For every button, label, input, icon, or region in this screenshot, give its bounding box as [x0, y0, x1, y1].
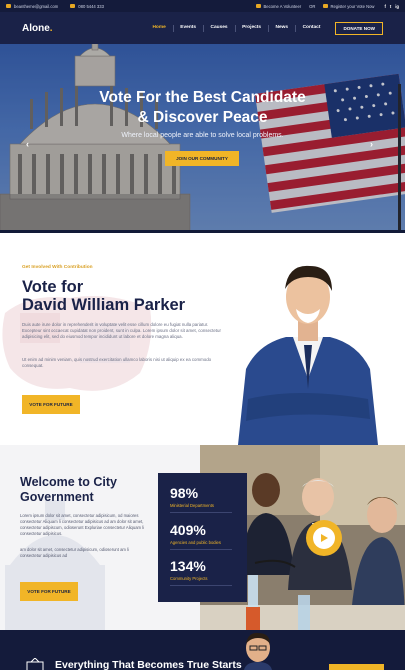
- nav-menu: Home Events Causes Projects News Contact: [145, 24, 327, 32]
- become-volunteer-link[interactable]: Become A Volunteer: [263, 4, 301, 9]
- nav-divider: [268, 24, 269, 32]
- welcome-title: Welcome to City Government: [20, 475, 118, 504]
- logo-dot: .: [49, 22, 53, 34]
- stat-divider: [170, 512, 232, 513]
- stat-label: Agencies and public bodies: [170, 539, 221, 545]
- register-vote-link[interactable]: Register your Vote Now: [330, 4, 374, 9]
- candidate-section: Get Involved With Contribution Vote for …: [0, 233, 405, 445]
- phone-contact[interactable]: 080 5444 333: [70, 4, 104, 9]
- facebook-icon[interactable]: f: [384, 4, 385, 9]
- site-logo[interactable]: Alone.: [22, 23, 53, 34]
- nav-item-news[interactable]: News: [276, 25, 289, 32]
- logo-text: Alone: [22, 22, 50, 34]
- cta-button[interactable]: [329, 664, 384, 670]
- hero-title-line1: Vote For the Best Candidate: [99, 89, 306, 106]
- stat-label: Community Projects: [170, 576, 208, 581]
- stat-item: 98% Ministerial Departments: [170, 485, 235, 513]
- cta-band: Everything That Becomes True Starts: [0, 630, 405, 670]
- candidate-photo: [238, 265, 378, 445]
- stat-item: 134% Community Projects: [170, 558, 235, 586]
- stat-label: Ministerial Departments: [170, 503, 214, 508]
- join-community-button[interactable]: JOIN OUR COMMUNITY: [165, 151, 239, 166]
- play-video-button[interactable]: [306, 520, 342, 556]
- welcome-section: Welcome to City Government Lorem ipsum d…: [0, 445, 405, 630]
- donate-now-button[interactable]: DONATE NOW: [335, 21, 383, 35]
- or-text: OR: [309, 3, 316, 9]
- nav-item-contact[interactable]: Contact: [303, 25, 321, 32]
- stat-value: 98%: [170, 485, 199, 501]
- nav-divider: [172, 24, 174, 32]
- statistics-card: 98% Ministerial Departments 409% Agencie…: [158, 473, 247, 602]
- instagram-icon[interactable]: ig: [395, 4, 399, 9]
- candidate-title: Vote for David William Parker: [22, 278, 185, 314]
- nav-item-projects[interactable]: Projects: [242, 25, 261, 32]
- nav-item-causes[interactable]: Causes: [211, 25, 228, 32]
- email-contact[interactable]: beantheme@gmail.com: [6, 4, 58, 9]
- play-icon: [313, 527, 335, 549]
- ballot-icon: [26, 658, 44, 670]
- hero-banner: Vote For the Best Candidate & Discover P…: [0, 44, 405, 232]
- phone-text: 080 5444 333: [78, 3, 104, 9]
- stat-divider: [170, 585, 232, 586]
- twitter-icon[interactable]: t: [390, 4, 391, 9]
- volunteer-icon: [256, 4, 262, 8]
- phone-icon: [70, 4, 76, 8]
- email-text: beantheme@gmail.com: [14, 3, 59, 9]
- nav-divider: [234, 24, 236, 32]
- speaker-photo: [244, 632, 272, 670]
- register-icon: [323, 4, 329, 8]
- nav-item-events[interactable]: Events: [180, 25, 196, 32]
- nav-divider: [203, 24, 204, 32]
- stat-divider: [170, 548, 232, 549]
- cta-title: Everything That Becomes True Starts: [55, 659, 242, 670]
- nav-item-home[interactable]: Home: [152, 25, 165, 32]
- email-icon: [6, 4, 11, 8]
- top-contact-bar: beantheme@gmail.com 080 5444 333 Become …: [0, 0, 405, 12]
- welcome-paragraph-2: am dolor sit amet, consectetur adipisicu…: [20, 547, 129, 558]
- arrow-right-icon[interactable]: ›: [370, 139, 373, 149]
- stat-value: 409%: [170, 521, 206, 538]
- welcome-vote-button[interactable]: VOTE FOR FUTURE: [20, 582, 78, 601]
- candidate-title-line2: David William Parker: [22, 296, 186, 314]
- hero-subtitle: Where local people are able to solve loc…: [121, 132, 284, 139]
- section-eyebrow: Get Involved With Contribution: [22, 265, 93, 270]
- main-navigation: Alone. Home Events Causes Projects News …: [0, 12, 405, 44]
- candidate-title-line1: Vote for: [22, 278, 84, 296]
- hero-title: Vote For the Best Candidate & Discover P…: [0, 88, 405, 128]
- candidate-paragraph-2: Ut enim ad minim veniam, quis nostrud ex…: [22, 357, 212, 369]
- arrow-left-icon[interactable]: ‹: [26, 139, 29, 149]
- nav-divider: [295, 24, 296, 32]
- vote-for-future-button[interactable]: VOTE FOR FUTURE: [22, 395, 80, 414]
- hero-title-line2: & Discover Peace: [137, 109, 268, 126]
- candidate-paragraph-1: Duis aute irure dolor in reprehenderit i…: [22, 322, 221, 340]
- welcome-paragraph-1: Lorem ipsum dolor sit amet, consectetur …: [20, 513, 145, 536]
- stat-item: 409% Agencies and public bodies: [170, 521, 235, 549]
- stat-value: 134%: [170, 558, 206, 574]
